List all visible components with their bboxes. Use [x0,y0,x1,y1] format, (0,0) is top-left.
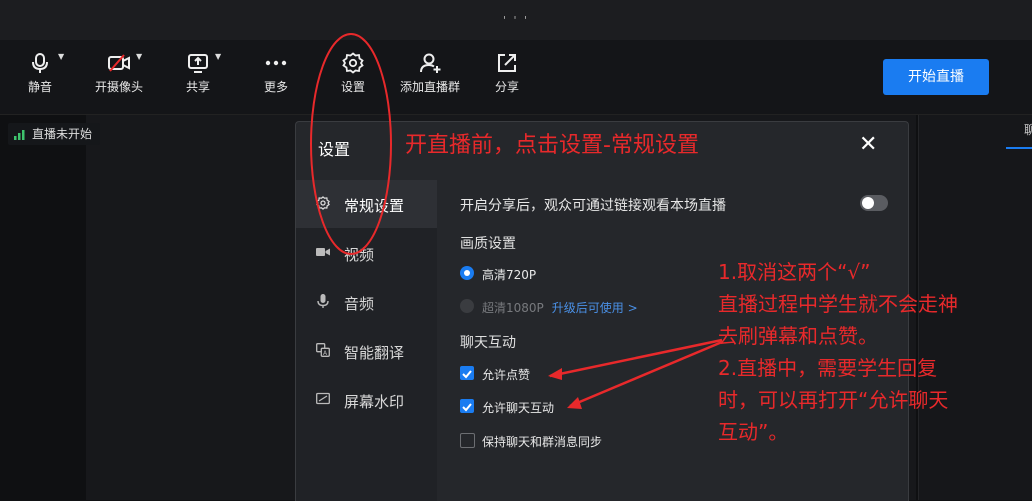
settings-button[interactable]: 设置 [318,52,388,95]
nav-label: 音频 [344,295,375,313]
option-1080p: 超清1080P 升级后可使用 > [482,299,638,316]
annotation-line: 去刷弹幕和点赞。 [718,324,878,348]
share-toggle[interactable] [860,195,888,211]
option-1080p-label: 超清1080P [482,301,544,315]
annotation-line: 2.直播中，需要学生回复 [718,356,938,380]
add-group-button[interactable]: 添加直播群 [395,52,465,95]
quality-heading: 画质设置 [460,236,516,252]
add-group-label: 添加直播群 [399,80,460,94]
nav-item-watermark[interactable]: 屏幕水印 [296,376,437,424]
annotation-line: 时，可以再打开“允许聊天 [718,388,949,412]
more-icon [265,60,287,66]
annotation-line: 1.取消这两个“√” [718,260,871,284]
camera-label: 开摄像头 [94,80,143,94]
nav-label: 视频 [344,246,375,264]
nav-item-video[interactable]: 视频 [296,229,437,277]
translate-icon: A [316,343,330,357]
share-button[interactable]: 分享 [472,52,542,95]
checkmark-icon [462,370,472,379]
gear-icon [342,52,364,74]
allow-like-checkbox[interactable] [460,366,474,380]
toolbar: 静音 ▼ 开摄像头 ▼ 共享 ▼ 更多 设置 添加直播群 分享 开始直播 [0,40,1032,115]
nav-item-translate[interactable]: A 智能翻译 [296,327,437,375]
camera-off-icon [108,54,130,72]
annotation-notes: 1.取消这两个“√” 直播过程中学生就不会走神 去刷弹幕和点赞。 2.直播中，需… [718,256,1030,448]
window-title: ' ' ' [502,14,530,27]
annotation-line: 直播过程中学生就不会走神 [718,292,958,316]
settings-nav: 常规设置 视频 音频 A 智能翻译 屏幕水印 [296,180,437,501]
camera-button[interactable]: 开摄像头 [84,52,154,95]
camera-caret-icon[interactable]: ▼ [136,52,142,61]
share-label: 分享 [494,80,519,94]
title-bar: ' ' ' [0,0,1032,40]
nav-label: 常规设置 [344,197,405,215]
allow-like-label: 允许点赞 [482,368,531,382]
share-option-label: 开启分享后，观众可通过链接观看本场直播 [460,198,726,214]
option-720p-label: 高清720P [482,268,537,282]
chat-tab[interactable]: 聊 [1024,121,1032,138]
more-button[interactable]: 更多 [241,52,311,95]
radio-1080p [460,299,474,313]
mute-label: 静音 [27,80,52,94]
share-icon [498,54,516,72]
nav-item-general[interactable]: 常规设置 [296,180,437,228]
mute-caret-icon[interactable]: ▼ [58,52,64,61]
start-live-button[interactable]: 开始直播 [883,59,989,95]
more-label: 更多 [263,80,288,94]
allow-chat-checkbox[interactable] [460,399,474,413]
radio-720p[interactable] [460,266,474,280]
chat-tab-indicator [1006,147,1032,149]
annotation-line: 互动”。 [718,420,789,444]
dialog-title: 设置 [318,140,351,159]
screen-share-icon [188,54,208,73]
close-icon[interactable]: ✕ [859,132,877,157]
annotation-top: 开直播前，点击设置-常规设置 [405,133,699,158]
settings-label: 设置 [340,80,365,94]
chat-heading: 聊天互动 [460,335,516,351]
watermark-icon [316,392,330,405]
nav-item-audio[interactable]: 音频 [296,278,437,326]
mic-icon [317,294,329,308]
sync-chat-label: 保持聊天和群消息同步 [482,435,603,449]
gear-icon [316,196,330,210]
upgrade-link[interactable]: 升级后可使用 > [552,301,638,315]
share-screen-label: 共享 [185,80,210,94]
live-status-text: 直播未开始 [32,127,93,141]
toggle-knob [862,197,874,209]
camera-icon [316,248,330,256]
allow-chat-label: 允许聊天互动 [482,401,555,415]
nav-label: 智能翻译 [344,344,405,362]
sync-chat-checkbox[interactable] [460,433,475,448]
share-screen-caret-icon[interactable]: ▼ [215,52,221,61]
add-user-icon [420,53,441,73]
checkmark-icon [462,403,472,412]
mic-icon [32,53,48,73]
nav-label: 屏幕水印 [344,393,405,411]
signal-icon [14,129,25,140]
share-screen-button[interactable]: 共享 [163,52,233,95]
mute-button[interactable]: 静音 [5,52,75,95]
live-status-badge: 直播未开始 [8,123,101,145]
